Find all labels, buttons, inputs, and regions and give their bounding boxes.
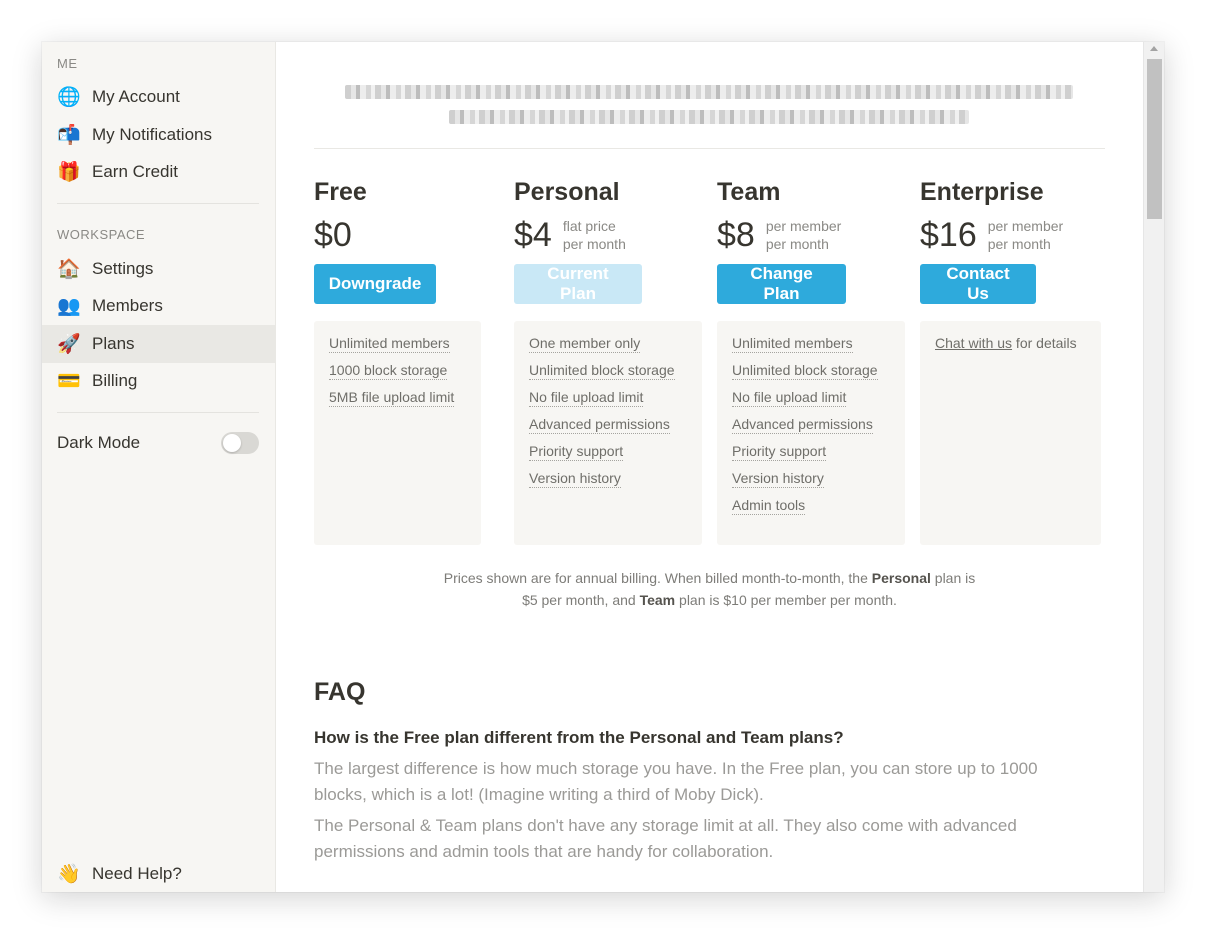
downgrade-button[interactable]: Downgrade (314, 264, 436, 304)
plan-price: $0 (314, 216, 352, 254)
feature-item: No file upload limit (732, 389, 847, 407)
header-divider (314, 148, 1105, 149)
sidebar-item-label: Settings (92, 259, 154, 278)
plan-price: $16 (920, 216, 977, 254)
dark-mode-toggle[interactable] (221, 432, 259, 454)
plan-free-features: Unlimited members 1000 block storage 5MB… (314, 321, 481, 545)
scrollbar-thumb[interactable] (1147, 59, 1162, 219)
feature-item: Advanced permissions (529, 416, 670, 434)
feature-item: Unlimited block storage (732, 362, 878, 380)
vertical-scrollbar[interactable] (1143, 42, 1164, 892)
sidebar-item-my-notifications[interactable]: 📬 My Notifications (42, 117, 275, 153)
dark-mode-label: Dark Mode (57, 433, 141, 452)
plan-personal-features: One member only Unlimited block storage … (514, 321, 702, 545)
sidebar-item-earn-credit[interactable]: 🎁 Earn Credit (42, 154, 275, 190)
sidebar-item-label: My Notifications (92, 125, 212, 144)
sidebar-item-label: Plans (92, 334, 135, 353)
plan-price: $8 (717, 216, 755, 254)
plan-enterprise-features: Chat with us for details (920, 321, 1101, 545)
toggle-knob (223, 434, 241, 452)
sidebar-item-settings[interactable]: 🏠 Settings (42, 251, 275, 287)
price-note: flat price per month (562, 218, 626, 252)
settings-sidebar: ME 🌐 My Account 📬 My Notifications 🎁 Ear… (42, 42, 276, 892)
feature-item: Unlimited members (329, 335, 450, 353)
feature-item: 5MB file upload limit (329, 389, 455, 407)
plan-name: Enterprise (920, 178, 1044, 206)
current-plan-button: Current Plan (514, 264, 642, 304)
scroll-up-arrow-icon[interactable] (1150, 46, 1158, 51)
sidebar-divider (57, 203, 259, 204)
sidebar-item-label: Billing (92, 371, 138, 390)
price-row: $0 (314, 217, 436, 253)
plan-team: Team $8 per member per month Change Plan (717, 178, 846, 304)
faq-question: How is the Free plan different from the … (314, 728, 844, 747)
feature-item: Priority support (529, 443, 624, 461)
mailbox-icon: 📬 (57, 124, 81, 146)
plans-content: Free $0 Downgrade Unlimited members 1000… (276, 42, 1143, 892)
rocket-icon: 🚀 (57, 333, 81, 355)
contact-us-button[interactable]: Contact Us (920, 264, 1036, 304)
change-plan-button[interactable]: Change Plan (717, 264, 846, 304)
waving-hand-icon: 👋 (57, 863, 81, 885)
feature-item: Priority support (732, 443, 827, 461)
members-icon: 👥 (57, 295, 81, 317)
chat-with-us-link[interactable]: Chat with us (935, 335, 1012, 351)
billing-note: Prices shown are for annual billing. Whe… (443, 570, 976, 608)
feature-item: Version history (732, 470, 824, 488)
house-icon: 🏠 (57, 258, 81, 280)
feature-item: No file upload limit (529, 389, 644, 407)
feature-item: Unlimited block storage (529, 362, 675, 380)
price-note: per member per month (987, 218, 1064, 252)
plan-name: Personal (514, 178, 620, 206)
sidebar-item-my-account[interactable]: 🌐 My Account (42, 79, 275, 115)
me-section-label: ME (57, 56, 78, 71)
feature-item: 1000 block storage (329, 362, 448, 380)
plan-enterprise: Enterprise $16 per member per month Cont… (920, 178, 1063, 304)
feature-item: Chat with us for details (935, 335, 1077, 351)
sidebar-divider (57, 412, 259, 413)
feature-item: Admin tools (732, 497, 806, 515)
sidebar-item-billing[interactable]: 💳 Billing (42, 363, 275, 399)
globe-avatar-icon: 🌐 (57, 86, 81, 108)
plan-name: Team (717, 178, 781, 206)
feature-item: Version history (529, 470, 621, 488)
faq-answer: The Personal & Team plans don't have any… (314, 816, 1017, 861)
sidebar-item-label: My Account (92, 87, 180, 106)
sidebar-item-label: Members (92, 296, 163, 315)
price-note: per member per month (765, 218, 842, 252)
feature-item: Advanced permissions (732, 416, 873, 434)
gift-icon: 🎁 (57, 161, 81, 183)
plan-team-features: Unlimited members Unlimited block storag… (717, 321, 905, 545)
price-row: $4 flat price per month (514, 217, 642, 253)
price-row: $16 per member per month (920, 217, 1063, 253)
credit-card-icon: 💳 (57, 370, 81, 392)
feature-item: One member only (529, 335, 641, 353)
feature-item: Unlimited members (732, 335, 853, 353)
need-help-button[interactable]: 👋 Need Help? (42, 856, 275, 892)
workspace-section-label: WORKSPACE (57, 227, 146, 242)
settings-window: ME 🌐 My Account 📬 My Notifications 🎁 Ear… (42, 42, 1164, 892)
plan-free: Free $0 Downgrade (314, 178, 436, 304)
sidebar-item-members[interactable]: 👥 Members (42, 288, 275, 324)
sidebar-item-label: Earn Credit (92, 162, 178, 181)
plan-personal: Personal $4 flat price per month Current… (514, 178, 642, 304)
plan-price: $4 (514, 216, 552, 254)
sidebar-item-plans[interactable]: 🚀 Plans (42, 325, 275, 363)
faq-title: FAQ (314, 678, 366, 706)
need-help-label: Need Help? (92, 864, 182, 883)
price-row: $8 per member per month (717, 217, 846, 253)
faq-answer: The largest difference is how much stora… (314, 759, 1038, 804)
plan-name: Free (314, 178, 367, 206)
